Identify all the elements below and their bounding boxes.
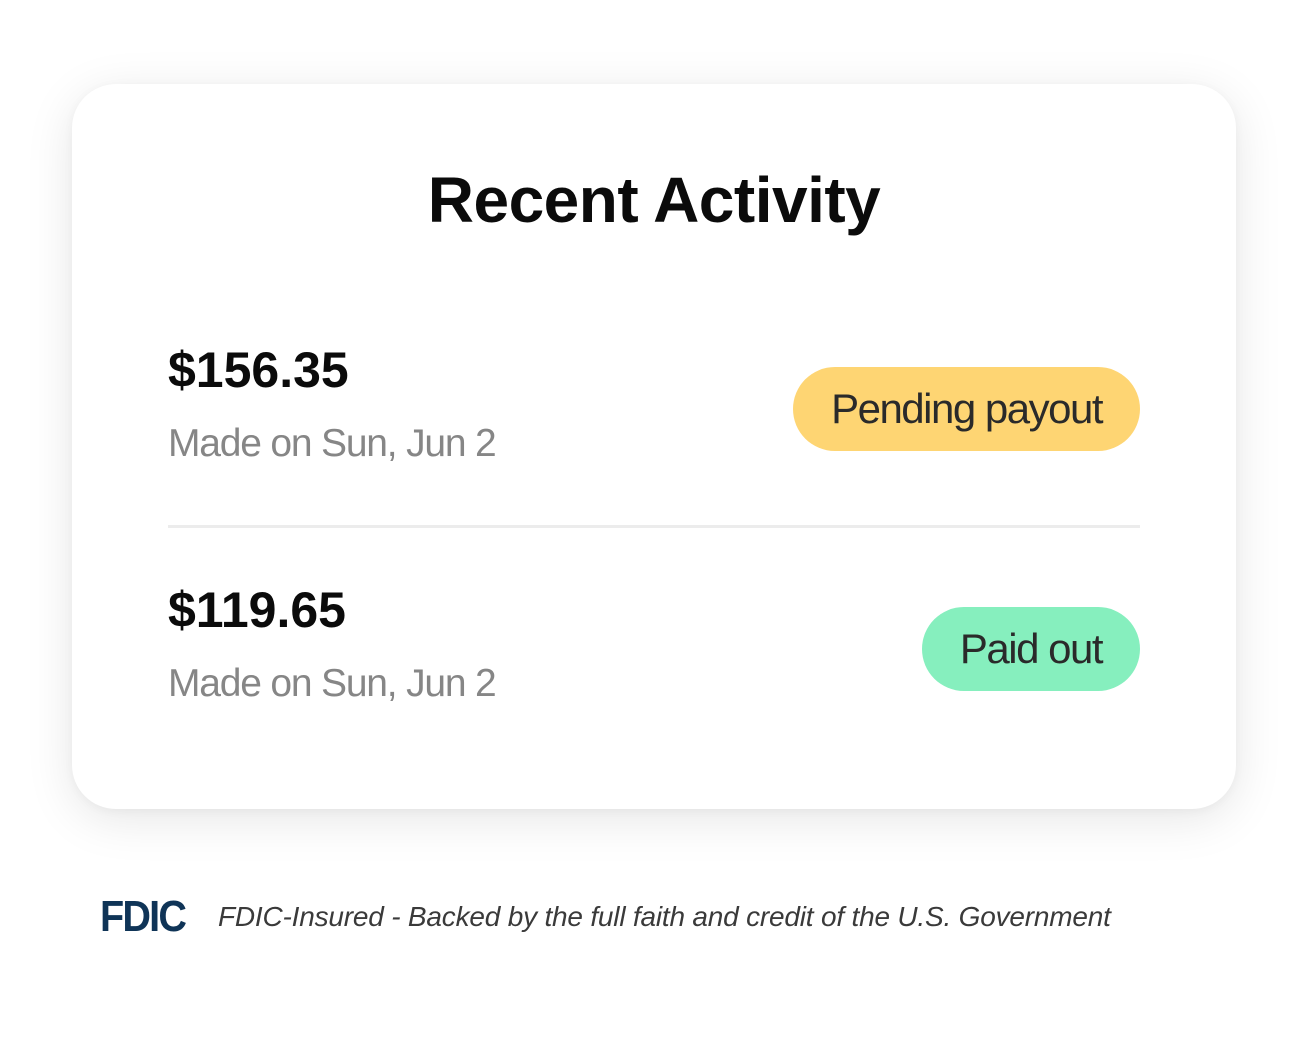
fdic-logo: FDIC xyxy=(100,892,187,941)
transaction-row[interactable]: $156.35 Made on Sun, Jun 2 Pending payou… xyxy=(168,330,1140,490)
transaction-amount: $156.35 xyxy=(168,342,349,398)
fdic-disclaimer: FDIC FDIC-Insured - Backed by the full f… xyxy=(100,892,1111,942)
transaction-date: Made on Sun, Jun 2 xyxy=(168,422,497,465)
fdic-disclaimer-text: FDIC-Insured - Backed by the full faith … xyxy=(218,901,1111,932)
transaction-row[interactable]: $119.65 Made on Sun, Jun 2 Paid out xyxy=(168,570,1140,730)
transaction-amount: $119.65 xyxy=(168,582,346,638)
transaction-date: Made on Sun, Jun 2 xyxy=(168,662,497,705)
card-title: Recent Activity xyxy=(427,164,881,236)
status-badge-pending: Pending payout xyxy=(793,367,1140,451)
recent-activity-card: Recent Activity $156.35 Made on Sun, Jun… xyxy=(72,84,1236,809)
status-badge-paid: Paid out xyxy=(921,607,1140,691)
row-divider xyxy=(168,525,1140,528)
